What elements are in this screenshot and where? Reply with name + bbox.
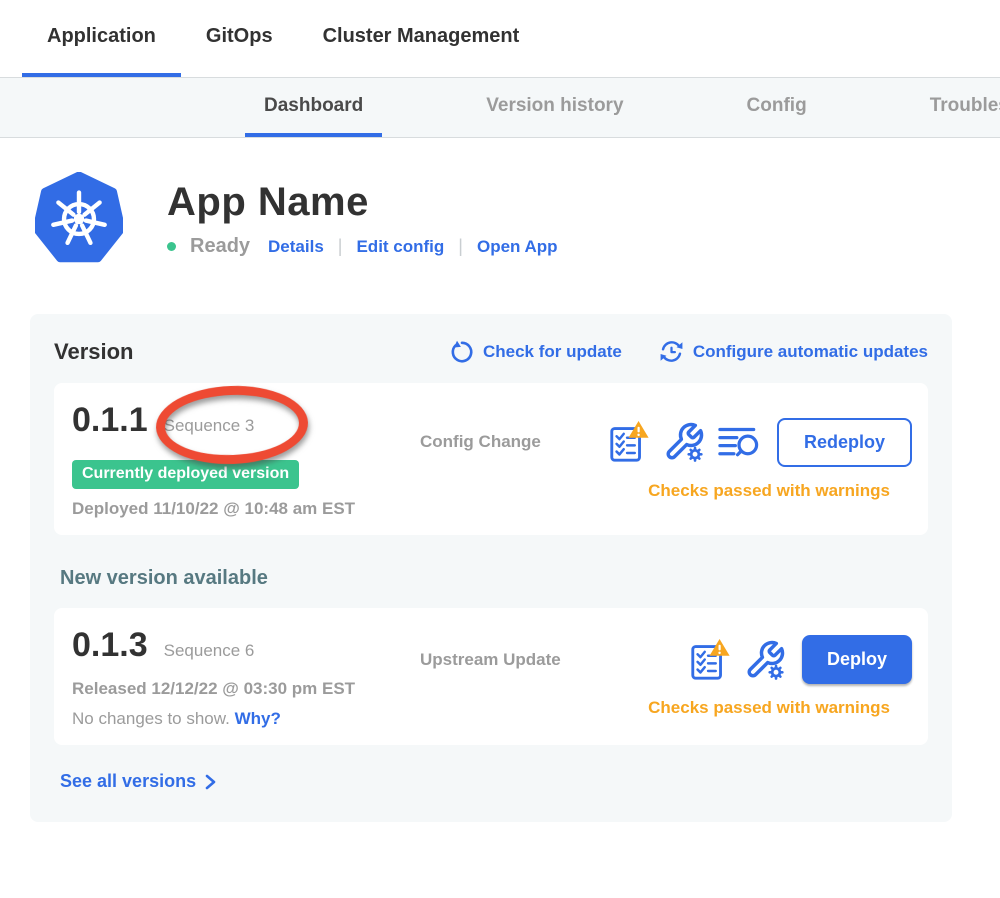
sub-nav: Dashboard Version history Config Trouble… xyxy=(0,77,1000,138)
checks-warning-text: Checks passed with warnings xyxy=(420,698,912,718)
top-nav: Application GitOps Cluster Management xyxy=(0,0,1000,77)
edit-config-icon[interactable] xyxy=(744,638,786,682)
check-for-update-label: Check for update xyxy=(483,342,622,362)
refresh-icon xyxy=(449,339,475,365)
why-link[interactable]: Why? xyxy=(235,709,281,728)
see-all-versions-link[interactable]: See all versions xyxy=(60,771,217,792)
open-app-link[interactable]: Open App xyxy=(477,237,558,257)
no-changes-text: No changes to show. xyxy=(72,709,230,728)
divider: | xyxy=(338,236,343,257)
tab-dashboard[interactable]: Dashboard xyxy=(245,78,382,137)
auto-update-icon xyxy=(658,338,685,365)
tab-version-history[interactable]: Version history xyxy=(467,78,642,137)
preflight-checks-icon[interactable] xyxy=(688,637,732,683)
app-header: App Name Ready Details | Edit config | O… xyxy=(35,172,1000,266)
divider: | xyxy=(458,236,463,257)
release-notes-icon[interactable] xyxy=(717,423,761,461)
deployed-sequence-label: Sequence 3 xyxy=(164,416,255,436)
tab-gitops[interactable]: GitOps xyxy=(181,0,298,77)
chevron-right-icon xyxy=(204,773,217,791)
new-version-heading: New version available xyxy=(60,567,928,590)
see-all-versions-label: See all versions xyxy=(60,771,196,792)
available-sequence-label: Sequence 6 xyxy=(164,641,255,661)
preflight-checks-icon[interactable] xyxy=(607,419,651,465)
version-section-title: Version xyxy=(54,339,133,365)
change-type-label: Upstream Update xyxy=(420,650,561,670)
deploy-button[interactable]: Deploy xyxy=(802,635,912,684)
check-for-update-link[interactable]: Check for update xyxy=(449,339,622,365)
page-title: App Name xyxy=(167,180,558,225)
tab-config[interactable]: Config xyxy=(728,78,826,137)
released-timestamp: Released 12/12/22 @ 03:30 pm EST xyxy=(72,679,420,699)
currently-deployed-badge: Currently deployed version xyxy=(72,460,299,489)
edit-config-link[interactable]: Edit config xyxy=(356,237,444,257)
change-type-label: Config Change xyxy=(420,432,541,452)
available-version-row: 0.1.3 Sequence 6 Released 12/12/22 @ 03:… xyxy=(54,608,928,745)
tab-troubleshoot[interactable]: Troubleshoot xyxy=(911,78,1000,137)
version-section: Version Check for update Configure autom… xyxy=(30,314,952,822)
redeploy-button[interactable]: Redeploy xyxy=(777,418,912,467)
available-version-number: 0.1.3 xyxy=(72,626,148,665)
kubernetes-logo-icon xyxy=(35,172,123,266)
details-link[interactable]: Details xyxy=(268,237,324,257)
edit-config-icon[interactable] xyxy=(663,420,705,464)
configure-automatic-updates-link[interactable]: Configure automatic updates xyxy=(658,338,928,365)
tab-cluster-management[interactable]: Cluster Management xyxy=(298,0,545,77)
checks-warning-text: Checks passed with warnings xyxy=(420,481,912,501)
deployed-version-row: 0.1.1 Sequence 3 Currently deployed vers… xyxy=(54,383,928,535)
configure-automatic-updates-label: Configure automatic updates xyxy=(693,342,928,362)
tab-application[interactable]: Application xyxy=(22,0,181,77)
deployed-version-number: 0.1.1 xyxy=(72,401,148,440)
ready-status-dot-icon xyxy=(167,242,176,251)
deployed-timestamp: Deployed 11/10/22 @ 10:48 am EST xyxy=(72,499,420,519)
status-badge: Ready xyxy=(190,235,250,258)
